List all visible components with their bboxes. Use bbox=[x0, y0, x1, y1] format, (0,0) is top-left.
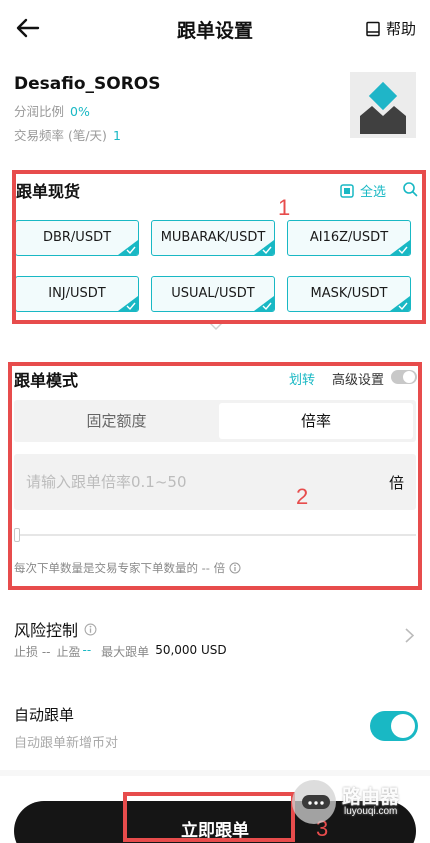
trader-avatar[interactable] bbox=[350, 72, 416, 138]
watermark: 路由器 luyouqi.com bbox=[290, 778, 430, 824]
frequency-label: 交易频率 (笔/天) bbox=[14, 128, 107, 143]
annotation-box-2 bbox=[8, 362, 422, 590]
toggle-knob bbox=[391, 714, 415, 738]
annotation-number-1: 1 bbox=[278, 195, 291, 220]
profit-share-value: 0% bbox=[70, 104, 90, 119]
profit-share-label: 分润比例 bbox=[14, 104, 65, 119]
more-dots-icon bbox=[302, 795, 330, 809]
auto-follow-subtitle: 自动跟单新增币对 bbox=[14, 736, 119, 751]
auto-follow-toggle[interactable] bbox=[370, 711, 418, 741]
max-follow-value: 50,000 USD bbox=[155, 643, 227, 657]
watermark-logo bbox=[292, 780, 336, 824]
chevron-right-icon[interactable] bbox=[405, 628, 414, 643]
document-icon bbox=[366, 21, 380, 36]
max-follow-label: 最大跟单 bbox=[101, 645, 150, 659]
take-profit-value: -- bbox=[82, 643, 92, 657]
stop-loss-text: 止损 -- bbox=[14, 645, 51, 659]
help-button[interactable]: 帮助 bbox=[365, 18, 416, 39]
auto-follow-title: 自动跟单 bbox=[14, 706, 75, 724]
info-icon[interactable] bbox=[84, 623, 97, 636]
help-label: 帮助 bbox=[385, 20, 416, 38]
annotation-number-2: 2 bbox=[296, 484, 309, 509]
trader-profile: Desafio_SOROS 分润比例 0% 交易频率 (笔/天) 1 bbox=[14, 70, 416, 143]
section-divider bbox=[0, 770, 430, 776]
header: 跟单设置 帮助 bbox=[0, 0, 430, 60]
annotation-box-3 bbox=[123, 792, 295, 842]
take-profit-label: 止盈 bbox=[56, 645, 81, 659]
frequency-value: 1 bbox=[112, 128, 121, 143]
avatar-icon bbox=[360, 81, 406, 134]
risk-control-title: 风险控制 bbox=[14, 621, 79, 640]
risk-control-summary: 止损 -- 止盈 -- 最大跟单 50,000 USD bbox=[14, 643, 233, 660]
watermark-sub: luyouqi.com bbox=[344, 806, 398, 817]
annotation-box-1 bbox=[12, 170, 426, 324]
risk-control-row[interactable]: 风险控制 bbox=[14, 617, 97, 641]
watermark-text: 路由器 bbox=[342, 786, 400, 808]
